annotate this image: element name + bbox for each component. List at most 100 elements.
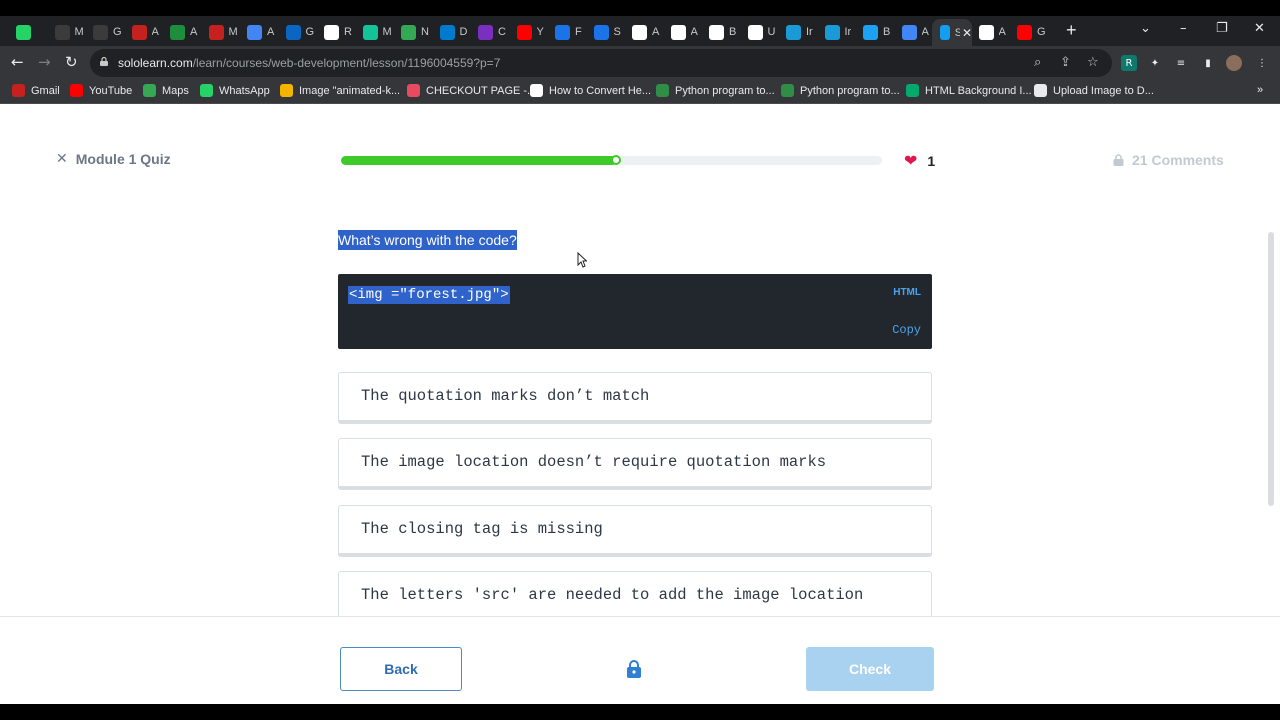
share-icon[interactable]: ⇪ xyxy=(1060,55,1071,70)
back-arrow-icon[interactable]: ← xyxy=(11,53,24,71)
tab-title: M xyxy=(382,26,391,38)
browser-tab[interactable]: G xyxy=(1009,21,1048,43)
browser-tab[interactable]: A xyxy=(624,21,663,43)
bookmark-item[interactable]: WhatsApp xyxy=(200,84,270,97)
lock-icon xyxy=(1113,154,1124,166)
address-bar[interactable]: sololearn.com/learn/courses/web-developm… xyxy=(90,49,1112,77)
whatsapp-icon xyxy=(16,24,31,40)
bookmark-label: Image "animated-k... xyxy=(299,84,401,97)
side-panel-icon[interactable]: ▮ xyxy=(1200,55,1216,71)
browser-tab[interactable]: B xyxy=(855,21,894,43)
new-tab-button[interactable]: + xyxy=(1066,20,1077,41)
forward-arrow-icon[interactable]: → xyxy=(38,53,51,71)
tab-search-icon[interactable]: ⌄ xyxy=(1140,21,1151,36)
browser-tab[interactable]: S xyxy=(586,21,625,43)
lives-count: 1 xyxy=(927,152,936,169)
bookmark-label: CHECKOUT PAGE -... xyxy=(426,84,537,97)
browser-tab[interactable]: U xyxy=(740,21,779,43)
browser-tab[interactable]: C xyxy=(470,21,509,43)
tab-title: G xyxy=(1037,26,1045,38)
browser-tab[interactable]: R xyxy=(316,21,355,43)
linkedin-icon xyxy=(285,24,301,40)
answer-option[interactable]: The image location doesn’t require quota… xyxy=(338,438,932,490)
close-icon[interactable]: ✕ xyxy=(56,151,68,167)
bookmark-label: Python program to... xyxy=(800,84,900,97)
back-button[interactable]: Back xyxy=(340,647,462,691)
bookmark-item[interactable]: HTML Background I... xyxy=(906,84,1032,97)
tab-title: B xyxy=(883,26,891,38)
quiz-footer: Back Check xyxy=(0,616,1280,704)
zoom-icon[interactable]: ⌕ xyxy=(1034,55,1041,70)
drive-icon xyxy=(170,24,185,40)
quiz-page: ✕ Module 1 Quiz ❤ 1 21 Comments What’s w… xyxy=(0,104,1280,704)
extensions-puzzle-icon[interactable]: ✦ xyxy=(1147,55,1163,71)
bookmark-item[interactable]: CHECKOUT PAGE -... xyxy=(407,84,536,97)
browser-tab[interactable]: G xyxy=(278,21,317,43)
tab-title: R xyxy=(344,26,352,38)
bookmark-item[interactable]: Python program to... xyxy=(781,84,900,97)
browser-tab[interactable]: B xyxy=(701,21,740,43)
progress-bar xyxy=(341,155,882,165)
bookmark-item[interactable]: How to Convert He... xyxy=(530,84,651,97)
tab-title: A xyxy=(921,26,929,38)
browser-tab[interactable]: A xyxy=(971,21,1010,43)
bookmark-item[interactable]: Gmail xyxy=(12,84,60,97)
close-window-icon[interactable]: ✕ xyxy=(1254,21,1265,36)
bookmark-item[interactable]: YouTube xyxy=(70,84,132,97)
alpha-icon xyxy=(530,84,543,97)
bookmark-label: Maps xyxy=(162,84,189,97)
bookmark-item[interactable]: Image "animated-k... xyxy=(280,84,400,97)
answer-option[interactable]: The quotation marks don’t match xyxy=(338,372,932,424)
quiz-close-button[interactable]: ✕ Module 1 Quiz xyxy=(56,151,171,167)
browser-tab[interactable]: A xyxy=(162,21,201,43)
bookmark-label: How to Convert He... xyxy=(549,84,652,97)
media-control-icon[interactable]: ≡ xyxy=(1173,55,1189,71)
answer-option-text: The letters 'src' are needed to add the … xyxy=(361,586,864,604)
browser-tab[interactable]: A xyxy=(894,21,933,43)
browser-tab[interactable]: G xyxy=(85,21,124,43)
bookmark-star-icon[interactable]: ☆ xyxy=(1087,55,1099,70)
answer-option-text: The quotation marks don’t match xyxy=(361,387,650,405)
more-bookmarks-button[interactable]: » xyxy=(1257,84,1263,96)
bookmark-item[interactable]: Upload Image to D... xyxy=(1034,84,1154,97)
browser-tab[interactable]: M xyxy=(201,21,240,43)
tab-title: A xyxy=(690,26,698,38)
tab-title: A xyxy=(652,26,660,38)
browser-tab[interactable]: A xyxy=(663,21,702,43)
browser-tab[interactable]: A xyxy=(239,21,278,43)
page-scrollbar[interactable] xyxy=(1268,232,1274,506)
browser-tab[interactable]: Ir xyxy=(817,21,856,43)
menu-kebab-icon[interactable]: ⋮ xyxy=(1254,55,1270,71)
browser-tab[interactable]: Ir xyxy=(778,21,817,43)
tab-icon xyxy=(978,24,994,40)
browser-tab[interactable] xyxy=(8,21,47,43)
code-language-label: HTML xyxy=(893,287,921,298)
gfg-icon xyxy=(656,84,669,97)
browser-toolbar: ← → ↻ sololearn.com/learn/courses/web-de… xyxy=(0,46,1280,80)
bookmark-label: Gmail xyxy=(31,84,60,97)
browser-tab[interactable]: Y xyxy=(509,21,548,43)
reload-icon[interactable]: ↻ xyxy=(65,53,78,71)
lives-counter: ❤ 1 xyxy=(904,151,935,170)
comments-button[interactable]: 21 Comments xyxy=(1113,152,1224,168)
tab-title: B xyxy=(729,26,737,38)
browser-tab[interactable]: F xyxy=(547,21,586,43)
bookmark-label: YouTube xyxy=(89,84,133,97)
restore-icon[interactable]: ❐ xyxy=(1216,21,1228,36)
browser-tab[interactable]: Sc✕ xyxy=(932,19,972,46)
browser-tab[interactable]: M xyxy=(355,21,394,43)
lock-icon[interactable] xyxy=(626,660,642,678)
browser-tab[interactable]: A xyxy=(124,21,163,43)
minimize-icon[interactable]: – xyxy=(1180,21,1187,36)
bookmark-item[interactable]: Python program to... xyxy=(656,84,775,97)
check-button[interactable]: Check xyxy=(806,647,934,691)
copy-code-button[interactable]: Copy xyxy=(892,323,921,337)
extension-r-icon[interactable]: R xyxy=(1121,55,1137,71)
browser-tab[interactable]: D xyxy=(432,21,471,43)
profile-avatar[interactable] xyxy=(1226,55,1242,71)
bookmark-item[interactable]: Maps xyxy=(143,84,189,97)
answer-option[interactable]: The closing tag is missing xyxy=(338,505,932,557)
browser-tab[interactable]: M xyxy=(47,21,86,43)
whatsapp-icon xyxy=(200,84,213,97)
browser-tab[interactable]: N xyxy=(393,21,432,43)
